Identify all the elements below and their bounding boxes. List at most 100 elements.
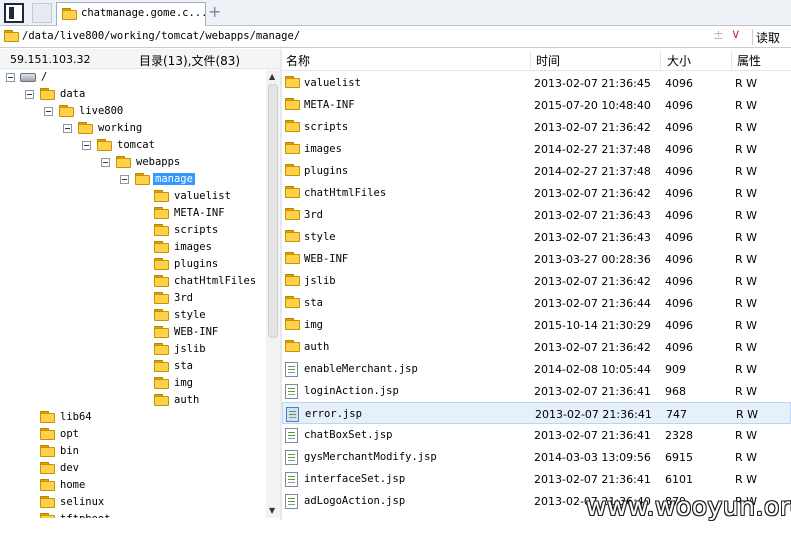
column-header-name[interactable]: 名称 bbox=[286, 52, 310, 69]
item-time: 2014-03-03 13:09:56 bbox=[534, 451, 651, 464]
watermark: www.wooyun.org bbox=[586, 492, 791, 521]
list-item[interactable]: jslib 2013-02-07 21:36:42 4096 R W bbox=[282, 270, 791, 292]
item-name: chatHtmlFiles bbox=[304, 187, 387, 199]
tree-node-label: 3rd bbox=[174, 292, 193, 304]
folder-icon bbox=[285, 340, 300, 352]
tab-chatmanage[interactable]: chatmanage.gome.c... bbox=[56, 2, 208, 26]
list-item[interactable]: sta 2013-02-07 21:36:44 4096 R W bbox=[282, 292, 791, 314]
tree-node-label: live800 bbox=[79, 105, 124, 117]
folder-icon bbox=[135, 173, 150, 185]
folder-icon bbox=[154, 309, 169, 321]
folder-icon bbox=[40, 496, 55, 508]
item-attr: R W bbox=[735, 143, 758, 156]
folder-icon bbox=[4, 30, 19, 42]
list-item[interactable]: style 2013-02-07 21:36:43 4096 R W bbox=[282, 226, 791, 248]
collapse-toggle-icon[interactable] bbox=[63, 124, 72, 133]
item-size: 4096 bbox=[665, 121, 693, 134]
tree-node-label: chatHtmlFiles bbox=[174, 275, 257, 287]
folder-icon bbox=[62, 8, 77, 20]
list-item[interactable]: WEB-INF 2013-03-27 00:28:36 4096 R W bbox=[282, 248, 791, 270]
list-item[interactable]: META-INF 2015-07-20 10:48:40 4096 R W bbox=[282, 94, 791, 116]
list-item[interactable]: auth 2013-02-07 21:36:42 4096 R W bbox=[282, 336, 791, 358]
column-divider[interactable] bbox=[731, 51, 732, 69]
panel-toggle-icon[interactable] bbox=[4, 3, 24, 23]
file-list: valuelist 2013-02-07 21:36:45 4096 R W M… bbox=[282, 72, 791, 520]
tree-node-label: home bbox=[60, 479, 86, 491]
collapse-toggle-icon[interactable] bbox=[44, 107, 53, 116]
divider bbox=[752, 29, 753, 45]
list-item[interactable]: images 2014-02-27 21:37:48 4096 R W bbox=[282, 138, 791, 160]
list-item[interactable]: loginAction.jsp 2013-02-07 21:36:41 968 … bbox=[282, 380, 791, 402]
folder-icon bbox=[154, 343, 169, 355]
item-name: style bbox=[304, 231, 336, 243]
scrollbar-thumb[interactable] bbox=[268, 84, 278, 338]
column-divider[interactable] bbox=[660, 51, 661, 69]
list-item[interactable]: interfaceSet.jsp 2013-02-07 21:36:41 610… bbox=[282, 468, 791, 490]
folder-icon bbox=[116, 156, 131, 168]
folder-icon bbox=[40, 411, 55, 423]
column-divider[interactable] bbox=[530, 51, 531, 69]
list-item[interactable]: scripts 2013-02-07 21:36:42 4096 R W bbox=[282, 116, 791, 138]
tree-node-label: bin bbox=[60, 445, 79, 457]
list-item[interactable]: plugins 2014-02-27 21:37:48 4096 R W bbox=[282, 160, 791, 182]
tree-node-label: sta bbox=[174, 360, 193, 372]
folder-icon bbox=[285, 208, 300, 220]
jsp-file-icon bbox=[285, 494, 298, 509]
jsp-file-icon bbox=[285, 428, 298, 443]
folder-icon bbox=[154, 360, 169, 372]
chevron-down-icon[interactable]: ∨ bbox=[731, 27, 741, 42]
collapse-toggle-icon[interactable] bbox=[6, 73, 15, 82]
list-item[interactable]: chatHtmlFiles 2013-02-07 21:36:42 4096 R… bbox=[282, 182, 791, 204]
item-attr: R W bbox=[735, 77, 758, 90]
new-window-icon[interactable] bbox=[32, 3, 52, 23]
item-name: chatBoxSet.jsp bbox=[304, 429, 393, 441]
tab-title: chatmanage.gome.c... bbox=[81, 7, 208, 19]
item-size: 4096 bbox=[665, 77, 693, 90]
jsp-file-icon bbox=[285, 450, 298, 465]
folder-icon bbox=[97, 139, 112, 151]
item-attr: R W bbox=[735, 121, 758, 134]
collapse-toggle-icon[interactable] bbox=[101, 158, 110, 167]
list-item-hovered[interactable]: error.jsp 2013-02-07 21:36:41 747 R W bbox=[282, 402, 791, 424]
list-item[interactable]: valuelist 2013-02-07 21:36:45 4096 R W bbox=[282, 72, 791, 94]
folder-icon bbox=[285, 142, 300, 154]
tree-node-label: / bbox=[41, 71, 48, 83]
drive-icon bbox=[20, 73, 36, 82]
item-attr: R W bbox=[735, 341, 758, 354]
collapse-toggle-icon[interactable] bbox=[82, 141, 91, 150]
item-time: 2013-02-07 21:36:42 bbox=[534, 187, 651, 200]
directory-tree: / data live800 working tomcat webapps ma… bbox=[0, 70, 266, 518]
item-time: 2014-02-08 10:05:44 bbox=[534, 363, 651, 376]
item-size: 909 bbox=[665, 363, 686, 376]
scroll-down-icon[interactable]: ▼ bbox=[269, 506, 275, 515]
add-tab-button[interactable]: + bbox=[208, 3, 221, 21]
column-header-time[interactable]: 时间 bbox=[536, 52, 560, 69]
list-item[interactable]: chatBoxSet.jsp 2013-02-07 21:36:41 2328 … bbox=[282, 424, 791, 446]
list-item[interactable]: gysMerchantModify.jsp 2014-03-03 13:09:5… bbox=[282, 446, 791, 468]
item-name: enableMerchant.jsp bbox=[304, 363, 418, 375]
jsp-file-icon bbox=[285, 362, 298, 377]
read-button[interactable]: 读取 bbox=[756, 29, 791, 46]
list-item[interactable]: enableMerchant.jsp 2014-02-08 10:05:44 9… bbox=[282, 358, 791, 380]
path-input[interactable]: /data/live800/working/tomcat/webapps/man… bbox=[22, 30, 300, 42]
scroll-up-icon[interactable]: ▲ bbox=[269, 72, 275, 81]
item-size: 4096 bbox=[665, 253, 693, 266]
column-header-size[interactable]: 大小 bbox=[667, 52, 691, 69]
plus-minus-icon: ± bbox=[713, 28, 724, 43]
item-name: jslib bbox=[304, 275, 336, 287]
folder-icon bbox=[154, 377, 169, 389]
list-item[interactable]: 3rd 2013-02-07 21:36:43 4096 R W bbox=[282, 204, 791, 226]
item-attr: R W bbox=[735, 187, 758, 200]
list-item[interactable]: img 2015-10-14 21:30:29 4096 R W bbox=[282, 314, 791, 336]
folder-icon bbox=[40, 428, 55, 440]
tree-scrollbar[interactable]: ▲ ▼ bbox=[266, 70, 280, 518]
collapse-toggle-icon[interactable] bbox=[25, 90, 34, 99]
folder-icon bbox=[285, 76, 300, 88]
collapse-toggle-icon[interactable] bbox=[120, 175, 129, 184]
tree-node-label: style bbox=[174, 309, 206, 321]
column-header-attr[interactable]: 属性 bbox=[737, 52, 761, 69]
item-time: 2013-02-07 21:36:42 bbox=[534, 121, 651, 134]
item-attr: R W bbox=[735, 253, 758, 266]
item-attr: R W bbox=[735, 451, 758, 464]
folder-icon bbox=[285, 98, 300, 110]
